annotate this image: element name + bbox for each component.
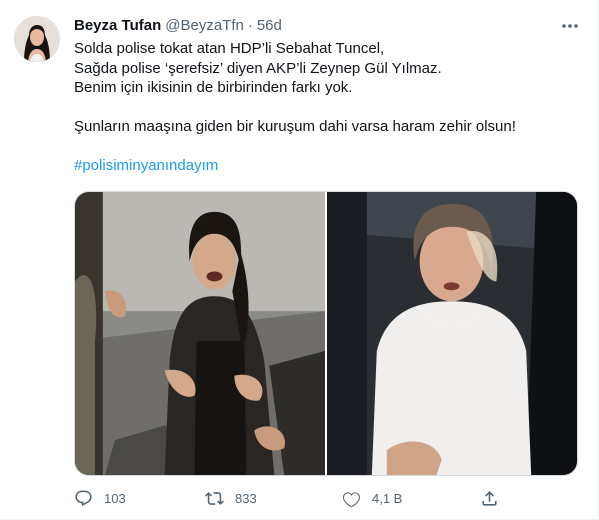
photo-right[interactable] (327, 192, 577, 475)
author-name[interactable]: Beyza Tufan (74, 16, 161, 36)
media-grid (74, 191, 578, 476)
timestamp[interactable]: 56d (257, 16, 282, 36)
like-count: 4,1 B (372, 490, 403, 506)
tweet-text-line: Solda polise tokat atan HDP’li Sebahat T… (74, 40, 385, 57)
tweet-text-line: Şunların maaşına giden bir kuruşum dahi … (74, 118, 516, 135)
author-handle[interactable]: @BeyzaTfn (165, 16, 244, 36)
avatar[interactable] (14, 16, 60, 62)
retweet-count: 833 (235, 490, 257, 506)
hashtag-link[interactable]: #polisiminyanındayım (74, 156, 574, 176)
like-icon (342, 489, 361, 508)
more-options-icon[interactable] (560, 16, 580, 36)
reply-icon (74, 489, 93, 508)
tweet-header: Beyza Tufan @BeyzaTfn · 56d (74, 16, 282, 36)
like-button[interactable]: 4,1 B (342, 488, 402, 508)
reply-button[interactable]: 103 (74, 488, 126, 508)
reply-count: 103 (104, 490, 126, 506)
share-icon (480, 489, 499, 508)
tweet-text: Solda polise tokat atan HDP’li Sebahat T… (74, 39, 574, 176)
retweet-button[interactable]: 833 (205, 488, 257, 508)
share-button[interactable] (480, 488, 499, 508)
retweet-icon (205, 489, 224, 508)
action-bar: 103 833 4,1 B (74, 488, 504, 508)
separator: · (247, 17, 253, 34)
tweet-text-line: Benim için ikisinin de birbirinden farkı… (74, 79, 353, 96)
tweet[interactable]: Beyza Tufan @BeyzaTfn · 56d Solda polise… (0, 0, 599, 520)
photo-left[interactable] (75, 192, 325, 475)
tweet-text-line: Sağda polise ‘şerefsiz’ diyen AKP’li Zey… (74, 59, 442, 77)
